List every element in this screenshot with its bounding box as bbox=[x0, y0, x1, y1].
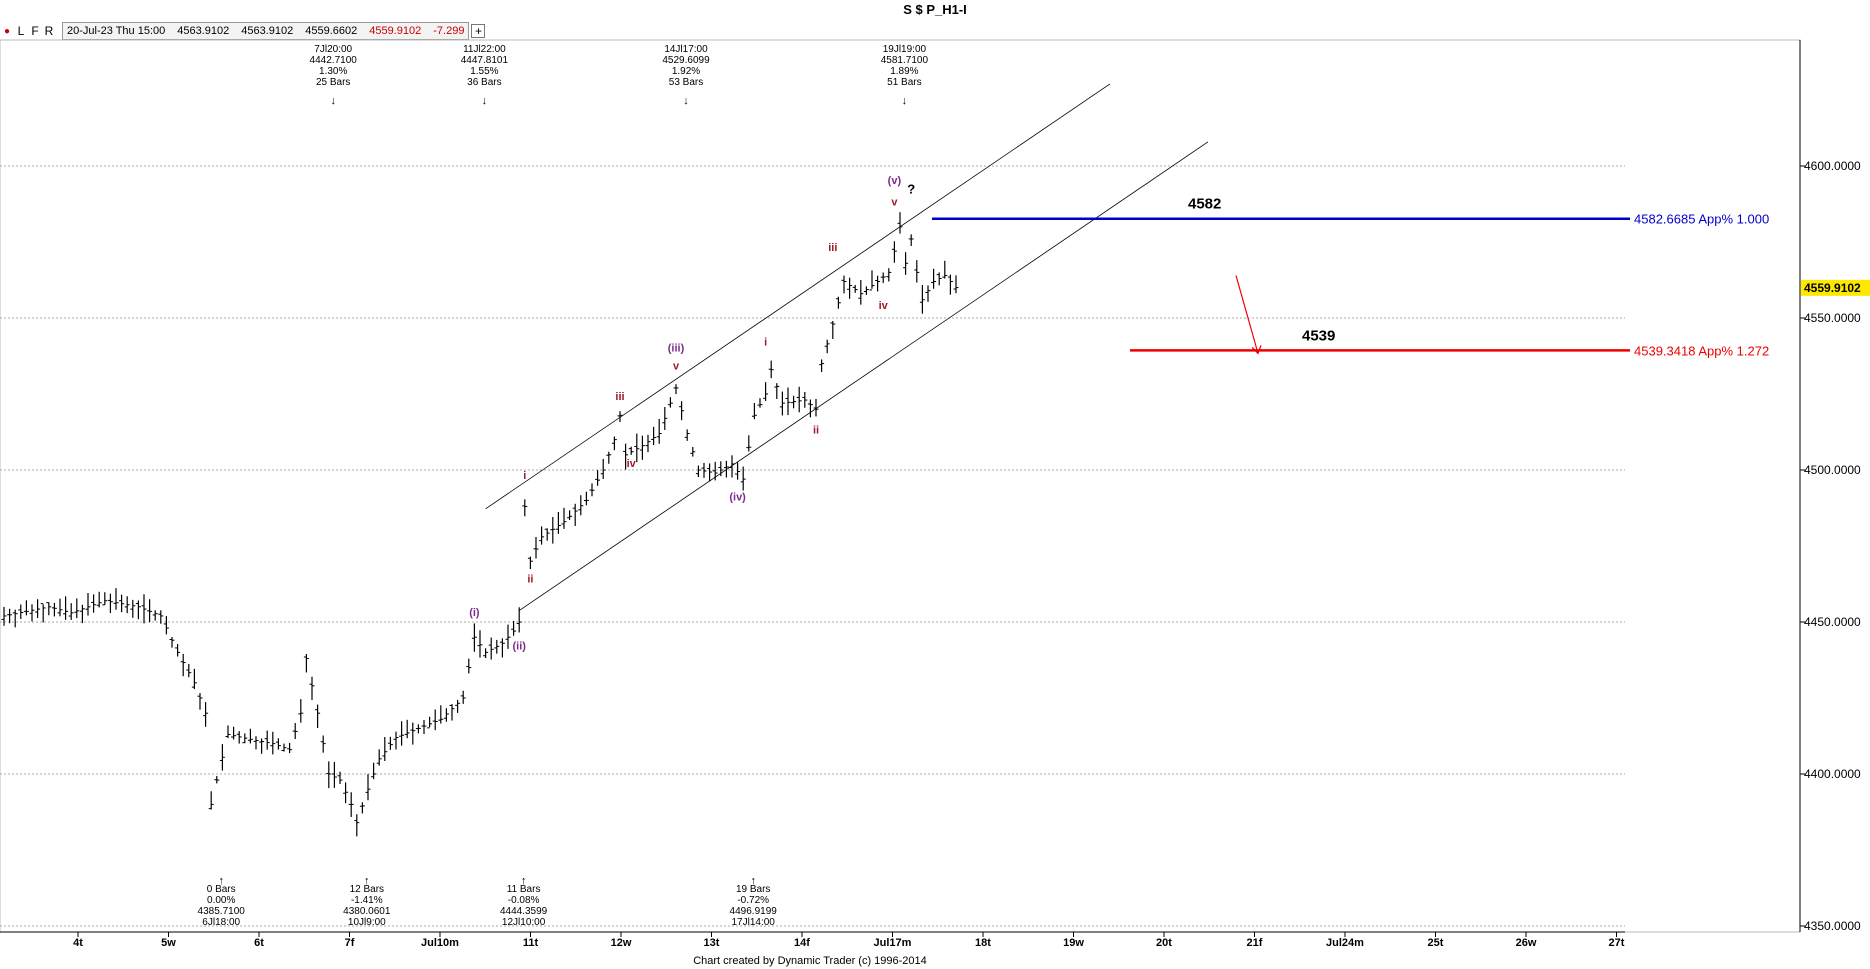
pivot-annotation-line: 4496.9199 bbox=[730, 906, 778, 917]
x-tick-label: 21f bbox=[1247, 937, 1263, 949]
y-tick-label: 4350.0000 bbox=[1804, 919, 1861, 933]
pivot-annotation-line: 4442.7100 bbox=[310, 55, 358, 66]
target-level-label: 4539.3418 App% 1.272 bbox=[1634, 343, 1769, 358]
pivot-annotation-line: 36 Bars bbox=[467, 77, 501, 88]
pivot-annotation-line: 19Jl19:00 bbox=[883, 44, 927, 55]
pivot-annotation-line: -0.72% bbox=[737, 895, 769, 906]
y-tick-label: 4450.0000 bbox=[1804, 615, 1861, 629]
y-tick-label: 4400.0000 bbox=[1804, 767, 1861, 781]
chart-credit: Chart created by Dynamic Trader (c) 1996… bbox=[693, 955, 927, 967]
last-price-label: 4559.9102 bbox=[1804, 281, 1861, 295]
pivot-annotation-line: 7Jl20:00 bbox=[314, 44, 352, 55]
pivot-annotation-line: 12 Bars bbox=[350, 884, 384, 895]
pivot-annotation-line: 17Jl14:00 bbox=[732, 917, 776, 928]
wave-label: i bbox=[764, 336, 767, 348]
pivot-annotation-line: 25 Bars bbox=[316, 77, 350, 88]
x-tick-label: 19w bbox=[1063, 937, 1084, 949]
pivot-annotation-line: 4385.7100 bbox=[198, 906, 246, 917]
down-arrow-icon: ↓ bbox=[902, 95, 908, 107]
channel-lower-line bbox=[518, 141, 1209, 611]
x-tick-label: 11t bbox=[523, 937, 539, 949]
channel-upper-line bbox=[485, 83, 1111, 510]
x-tick-label: 7f bbox=[345, 937, 355, 949]
down-arrow-icon: ↓ bbox=[683, 95, 689, 107]
x-tick-label: 12w bbox=[611, 937, 632, 949]
pivot-annotation-line: 51 Bars bbox=[887, 77, 921, 88]
wave-label: (ii) bbox=[512, 640, 526, 652]
x-tick-label: 13t bbox=[704, 937, 720, 949]
pivot-annotation-line: 11 Bars bbox=[507, 884, 541, 895]
wave-label: ii bbox=[527, 573, 533, 585]
x-tick-label: 25t bbox=[1428, 937, 1444, 949]
pivot-annotation-line: 19 Bars bbox=[736, 884, 770, 895]
pivot-annotation-line: 6Jl18:00 bbox=[202, 917, 240, 928]
pivot-annotation-line: 1.89% bbox=[890, 66, 918, 77]
x-tick-label: 27t bbox=[1609, 937, 1625, 949]
pivot-annotation-line: 11Jl22:00 bbox=[463, 44, 506, 55]
target-level-value: 4582 bbox=[1188, 196, 1221, 213]
pivot-annotation-line: 1.30% bbox=[319, 66, 347, 77]
wave-label: iii bbox=[615, 391, 624, 403]
wave-label: iv bbox=[879, 300, 889, 312]
wave-label: i bbox=[523, 470, 526, 482]
down-arrow-icon: ↓ bbox=[330, 95, 336, 107]
wave-label: iii bbox=[828, 242, 837, 254]
x-tick-label: 18t bbox=[975, 937, 991, 949]
pivot-annotation-line: 0.00% bbox=[207, 895, 235, 906]
plot-frame bbox=[0, 39, 1801, 933]
wave-label: ii bbox=[813, 425, 819, 437]
pivot-annotation-line: -1.41% bbox=[351, 895, 383, 906]
x-tick-label: Jul10m bbox=[421, 937, 459, 949]
pivot-annotation-line: 0 Bars bbox=[207, 884, 236, 895]
pivot-annotation-line: 12Jl10:00 bbox=[502, 917, 546, 928]
wave-label: (iv) bbox=[729, 491, 746, 503]
wave-label: (i) bbox=[469, 607, 480, 619]
wave-label: v bbox=[891, 197, 898, 209]
wave-label: v bbox=[673, 361, 680, 373]
pivot-annotation-line: 4444.3599 bbox=[500, 906, 548, 917]
wave-label: (v) bbox=[888, 175, 902, 187]
price-chart[interactable]: 4350.0000 4400.0000 4450.0000 4500.0000 4550… bbox=[0, 0, 1870, 969]
projection-arrow-icon bbox=[1235, 275, 1259, 354]
x-tick-label: 6t bbox=[254, 937, 264, 949]
target-level-label: 4582.6685 App% 1.000 bbox=[1634, 212, 1769, 227]
x-tick-label: 20t bbox=[1156, 937, 1172, 949]
down-arrow-icon: ↓ bbox=[482, 95, 488, 107]
x-tick-label: Jul17m bbox=[874, 937, 912, 949]
pivot-annotation-line: 4581.7100 bbox=[881, 55, 929, 66]
y-tick-label: 4550.0000 bbox=[1804, 311, 1861, 325]
wave-label: (iii) bbox=[668, 342, 685, 354]
x-tick-label: 5w bbox=[161, 937, 176, 949]
y-tick-label: 4500.0000 bbox=[1804, 463, 1861, 477]
y-tick-label: 4600.0000 bbox=[1804, 159, 1861, 173]
wave-label: ? bbox=[907, 181, 915, 196]
pivot-annotation-line: -0.08% bbox=[508, 895, 540, 906]
pivot-annotation-line: 53 Bars bbox=[669, 77, 703, 88]
pivot-annotation-line: 4380.0601 bbox=[343, 906, 391, 917]
wave-label: iv bbox=[627, 458, 637, 470]
pivot-annotation-line: 14Jl17:00 bbox=[664, 44, 708, 55]
x-tick-label: 14f bbox=[794, 937, 810, 949]
pivot-annotation-line: 1.92% bbox=[672, 66, 700, 77]
pivot-annotation-line: 4529.6099 bbox=[662, 55, 710, 66]
pivot-annotation-line: 10Jl9:00 bbox=[348, 917, 386, 928]
target-level-value: 4539 bbox=[1302, 327, 1335, 344]
pivot-annotation-line: 1.55% bbox=[470, 66, 498, 77]
x-tick-label: 26w bbox=[1516, 937, 1537, 949]
x-tick-label: Jul24m bbox=[1326, 937, 1364, 949]
x-tick-label: 4t bbox=[73, 937, 83, 949]
pivot-annotation-line: 4447.8101 bbox=[461, 55, 509, 66]
